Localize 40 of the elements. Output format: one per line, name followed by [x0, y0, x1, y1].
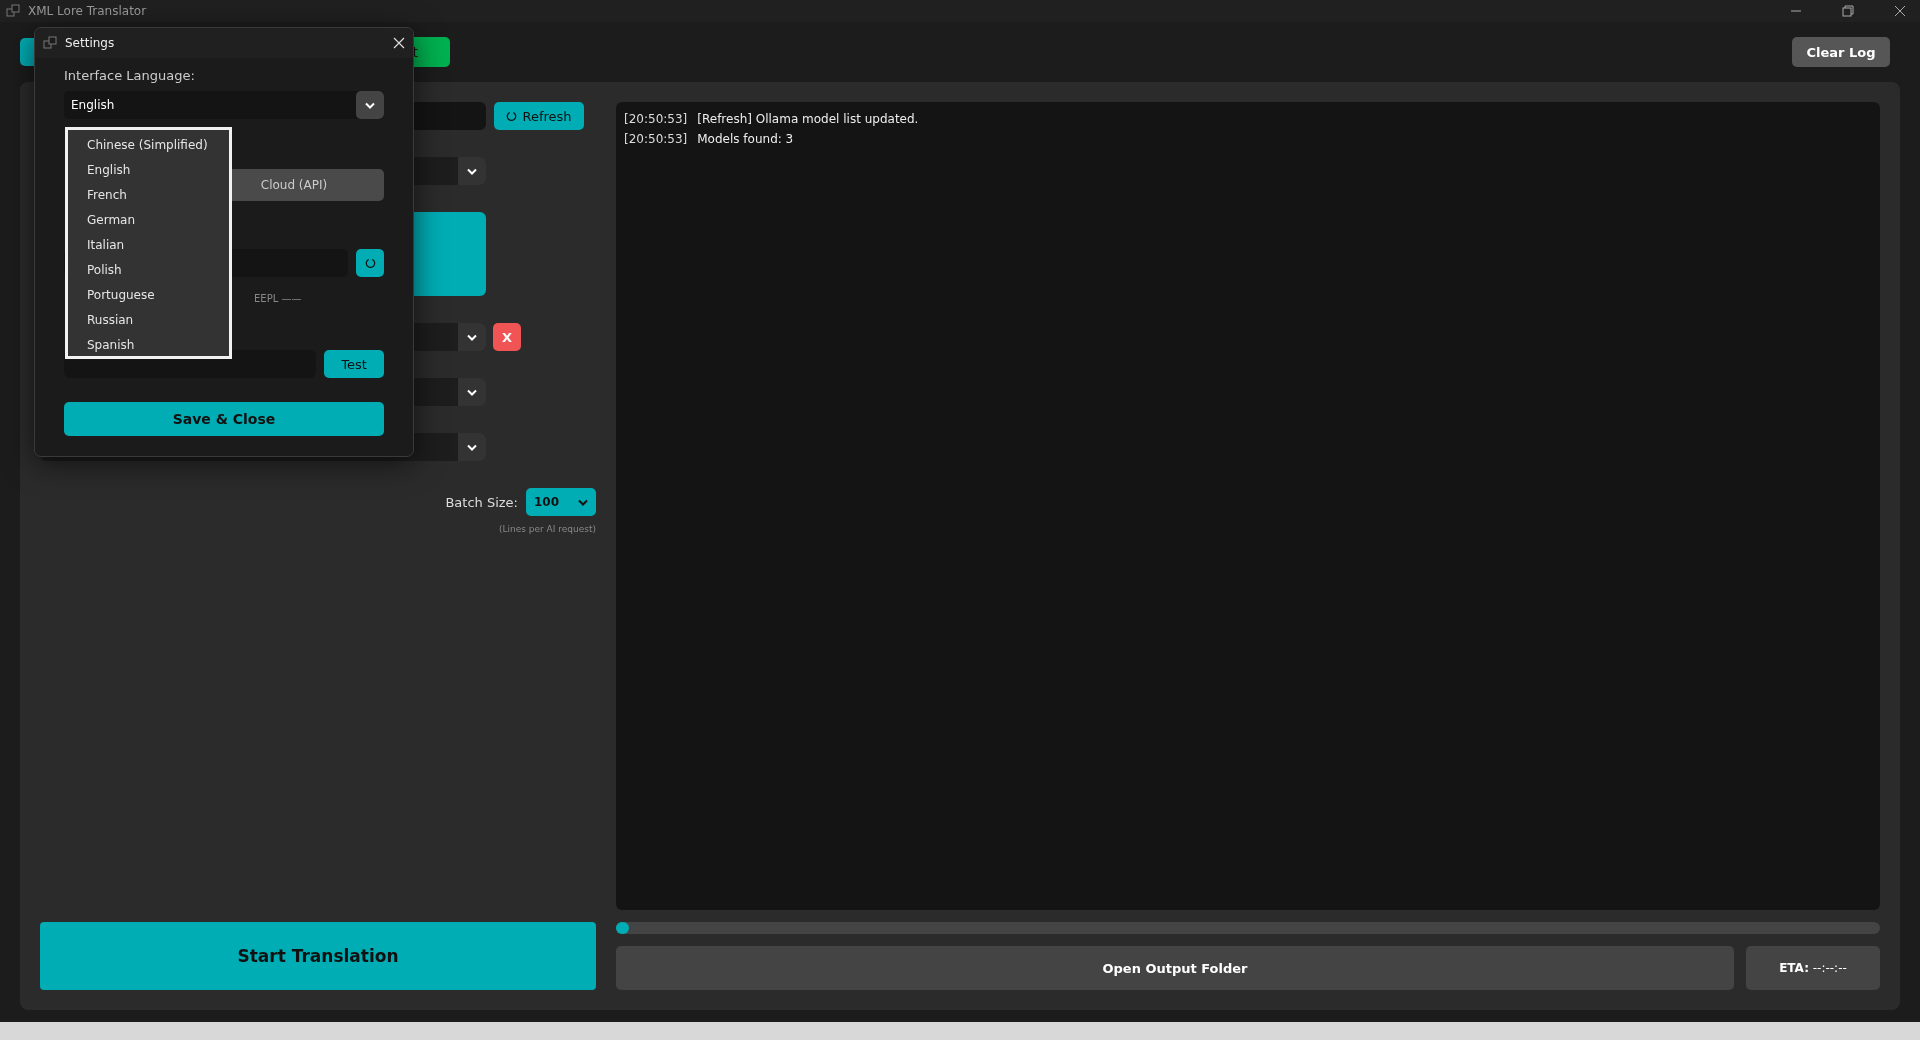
- language-option[interactable]: Portuguese: [68, 283, 229, 308]
- dialog-title: Settings: [65, 36, 116, 50]
- section-divider-label: EEPL ——: [254, 293, 303, 304]
- log-message: Models found: 3: [697, 132, 794, 146]
- app-icon: [43, 36, 57, 50]
- interface-language-label: Interface Language:: [64, 68, 196, 83]
- restore-icon[interactable]: [1840, 3, 1856, 19]
- batch-size-hint: (Lines per AI request): [498, 524, 596, 534]
- language-option[interactable]: Polish: [68, 258, 229, 283]
- refresh-icon: [506, 110, 518, 122]
- start-translation-button[interactable]: Start Translation: [40, 922, 596, 990]
- batch-size-label: Batch Size:: [445, 494, 518, 510]
- chevron-down-icon: [578, 498, 588, 506]
- language-option[interactable]: Spanish: [68, 333, 229, 358]
- log-message: [Refresh] Ollama model list updated.: [697, 112, 919, 126]
- batch-size-dropdown[interactable]: 100: [526, 488, 596, 516]
- log-timestamp: [20:50:53]: [624, 132, 688, 146]
- refresh-button[interactable]: Refresh: [494, 102, 584, 130]
- close-icon[interactable]: [393, 37, 405, 49]
- refresh-icon: [364, 257, 376, 269]
- language-option[interactable]: Chinese (Simplified): [68, 133, 229, 158]
- save-close-button[interactable]: Save & Close: [64, 402, 384, 436]
- chevron-down-icon: [467, 388, 477, 396]
- log-timestamp: [20:50:53]: [624, 112, 688, 126]
- app-icon: [6, 4, 20, 18]
- chevron-down-icon: [467, 333, 477, 341]
- language-option[interactable]: Italian: [68, 233, 229, 258]
- window-title: XML Lore Translator: [28, 4, 148, 18]
- language-option[interactable]: German: [68, 208, 229, 233]
- close-icon[interactable]: [1892, 3, 1908, 19]
- clear-log-button[interactable]: Clear Log: [1792, 37, 1890, 67]
- test-button[interactable]: Test: [324, 350, 384, 378]
- language-dropdown[interactable]: English: [64, 91, 384, 119]
- refresh-button[interactable]: [356, 249, 384, 277]
- eta-display: ETA: --:--:--: [1746, 946, 1880, 990]
- language-option[interactable]: Russian: [68, 308, 229, 333]
- chevron-down-icon: [467, 443, 477, 451]
- open-output-folder-button[interactable]: Open Output Folder: [616, 946, 1734, 990]
- chevron-down-icon: [365, 101, 375, 109]
- chevron-down-icon: [467, 167, 477, 175]
